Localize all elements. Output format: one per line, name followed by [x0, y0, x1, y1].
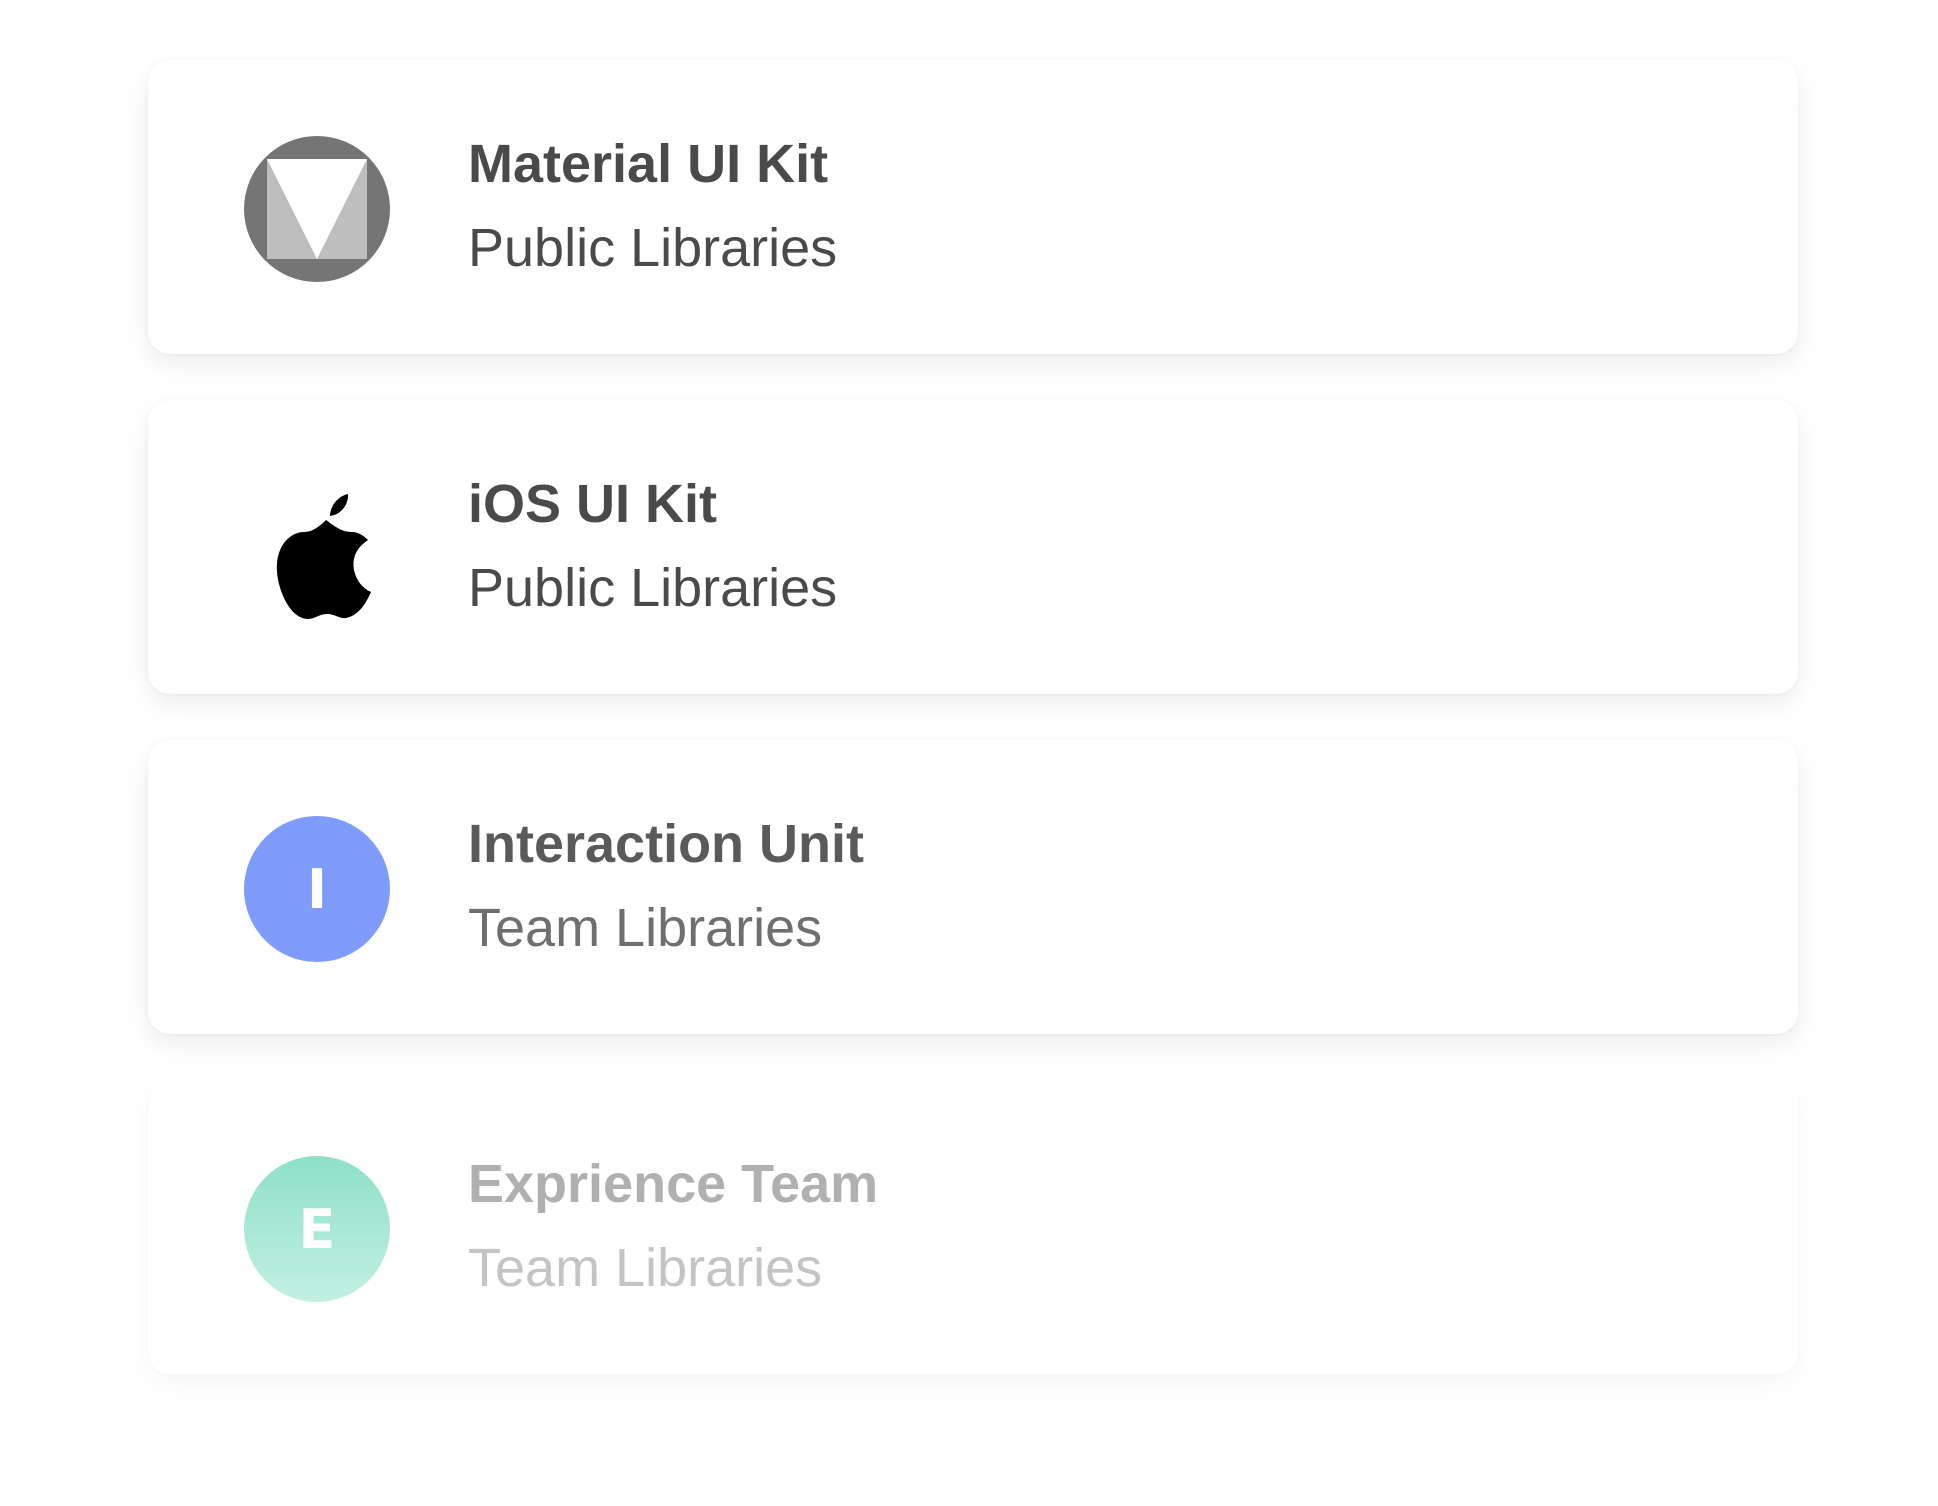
library-title: Exprience Team — [468, 1154, 879, 1214]
library-title: iOS UI Kit — [468, 474, 718, 534]
library-title: Material UI Kit — [468, 134, 829, 194]
library-card-interaction-unit[interactable]: I Interaction Unit Team Libraries — [148, 740, 1798, 1034]
team-avatar-icon: I — [244, 816, 390, 962]
library-card-ios-ui-kit[interactable]: iOS UI Kit Public Libraries — [148, 400, 1798, 694]
team-avatar: E — [244, 1156, 390, 1302]
library-card-material-ui-kit[interactable]: Material UI Kit Public Libraries — [148, 60, 1798, 354]
library-title: Interaction Unit — [468, 814, 865, 874]
library-subtitle: Team Libraries — [468, 898, 823, 958]
team-avatar: I — [244, 816, 390, 962]
apple-logo-icon — [244, 476, 390, 622]
library-subtitle: Public Libraries — [468, 558, 838, 618]
library-subtitle: Team Libraries — [468, 1238, 823, 1298]
library-card-exprience-team[interactable]: E Exprience Team Team Libraries — [148, 1080, 1798, 1374]
team-avatar-icon: E — [244, 1156, 390, 1302]
material-logo-icon — [244, 136, 390, 282]
library-list: Material UI Kit Public Libraries iOS UI … — [148, 60, 1798, 1420]
library-subtitle: Public Libraries — [468, 218, 838, 278]
